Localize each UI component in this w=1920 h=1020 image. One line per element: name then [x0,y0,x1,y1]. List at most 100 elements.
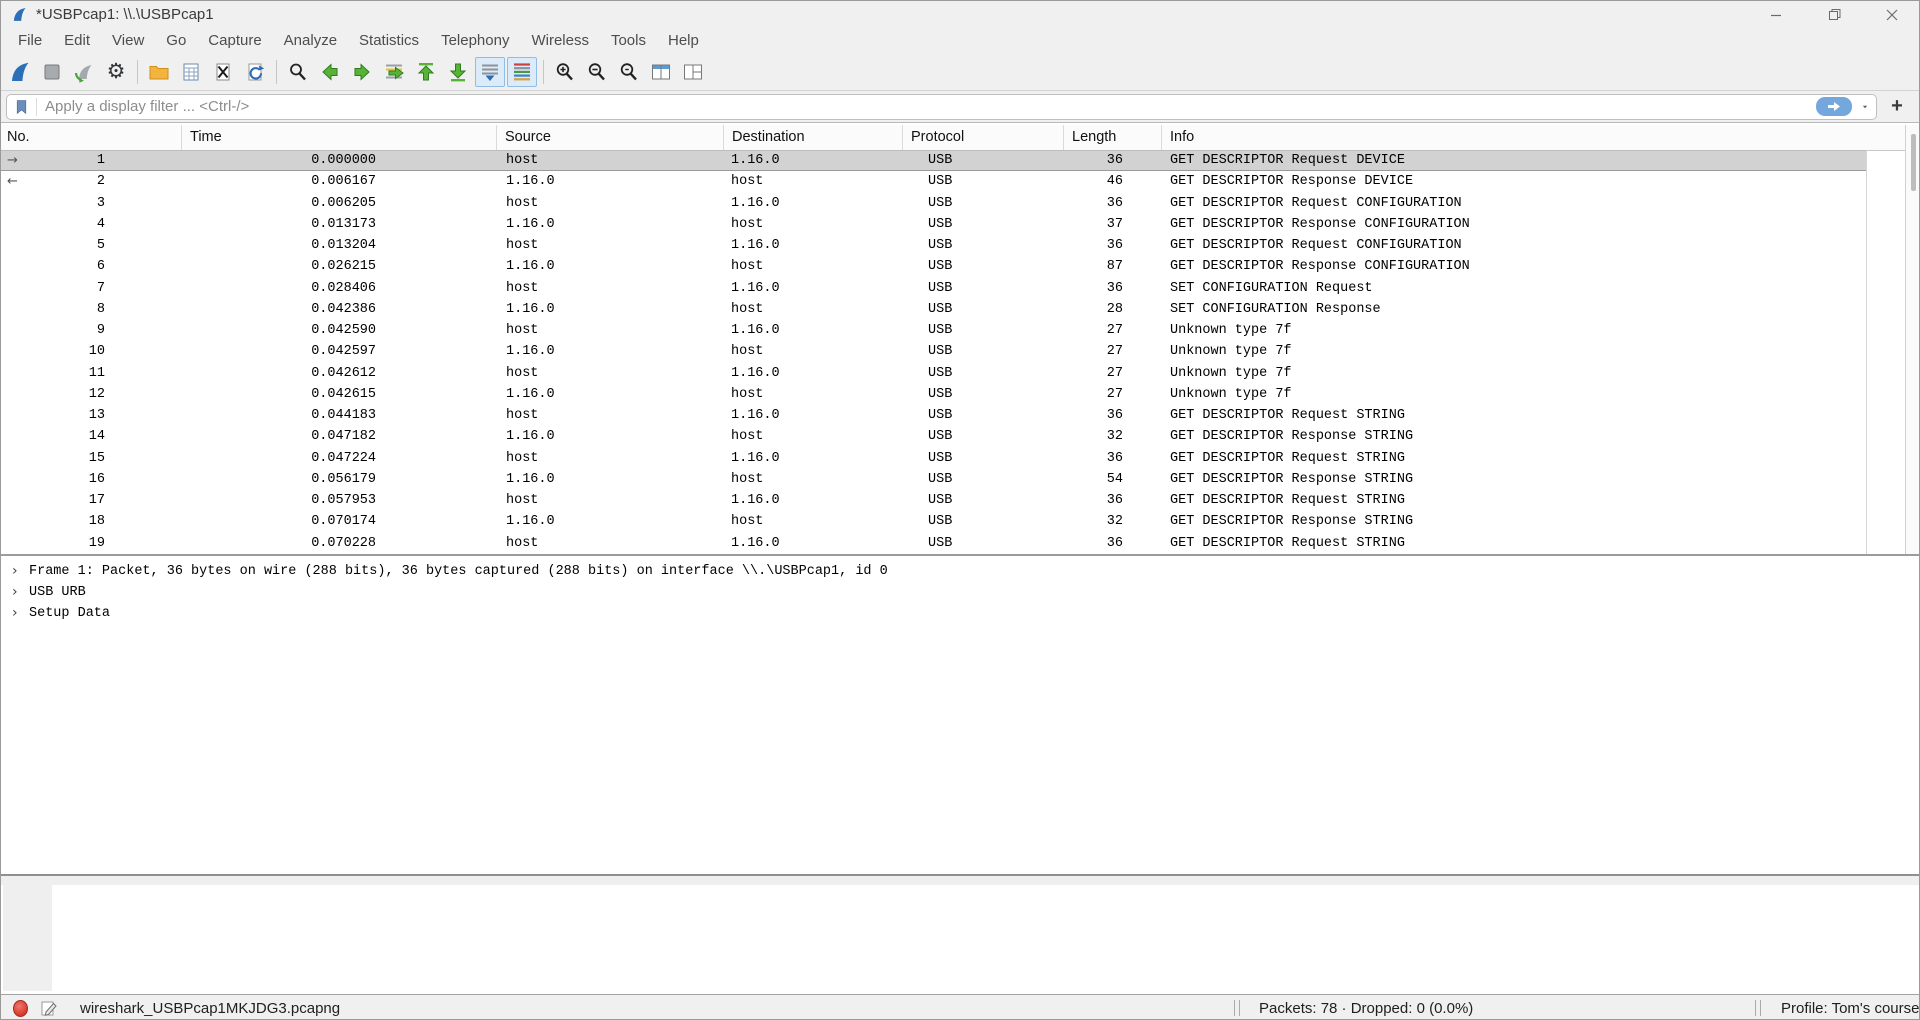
column-header-destination[interactable]: Destination [724,125,903,150]
cell-length: 36 [1064,405,1162,426]
apply-filter-button[interactable] [1816,97,1852,116]
packet-row-18[interactable]: 180.0701741.16.0hostUSB32GET DESCRIPTOR … [1,511,1866,532]
cell-no: 1→ [1,150,182,171]
cell-length: 46 [1064,171,1162,192]
go-first-packet-button[interactable] [411,57,441,87]
packet-row-7[interactable]: 70.028406host1.16.0USB36SET CONFIGURATIO… [1,278,1866,299]
cell-info: SET CONFIGURATION Response [1162,299,1867,320]
detail-line-usb-urb[interactable]: › USB URB [1,582,1920,603]
filter-history-dropdown[interactable] [1856,96,1874,118]
restore-button[interactable] [1805,1,1863,28]
column-header-source[interactable]: Source [497,125,724,150]
menu-item-tools[interactable]: Tools [600,28,657,53]
go-to-packet-button[interactable] [379,57,409,87]
cell-source: host [497,490,724,511]
filter-separator [36,98,37,116]
column-header-length[interactable]: Length [1064,125,1162,150]
zoom-in-button[interactable] [550,57,580,87]
capture-comment-button[interactable] [40,999,58,1017]
menu-item-edit[interactable]: Edit [53,28,101,53]
packet-row-1[interactable]: 1→0.000000host1.16.0USB36GET DESCRIPTOR … [1,150,1866,171]
packet-row-2[interactable]: 2←0.0061671.16.0hostUSB46GET DESCRIPTOR … [1,171,1866,192]
save-file-button[interactable] [176,57,206,87]
profile-label[interactable]: Profile: Tom's course [1781,1000,1919,1017]
open-file-button[interactable] [144,57,174,87]
start-capture-button[interactable] [5,57,35,87]
restart-fin-icon [72,60,96,84]
restart-capture-button[interactable] [69,57,99,87]
cell-info: GET DESCRIPTOR Request CONFIGURATION [1162,193,1867,214]
zoom-out-button[interactable] [582,57,612,87]
close-file-button[interactable] [208,57,238,87]
menu-bar: FileEditViewGoCaptureAnalyzeStatisticsTe… [1,28,1920,53]
packet-row-14[interactable]: 140.0471821.16.0hostUSB32GET DESCRIPTOR … [1,426,1866,447]
cell-protocol: USB [903,171,1064,192]
column-header-info[interactable]: Info [1162,125,1905,150]
packet-list-scrollbar[interactable] [1905,125,1920,554]
arrow-down-bar-icon [446,60,470,84]
capture-recording-icon[interactable] [13,1000,28,1017]
menu-item-help[interactable]: Help [657,28,710,53]
detail-text: USB URB [29,582,86,603]
menu-item-view[interactable]: View [101,28,155,53]
packet-list-header: No.TimeSourceDestinationProtocolLengthIn… [1,125,1905,151]
menu-item-capture[interactable]: Capture [197,28,272,53]
resize-columns-button[interactable] [646,57,676,87]
packet-row-9[interactable]: 90.042590host1.16.0USB27Unknown type 7f [1,320,1866,341]
reload-file-button[interactable] [240,57,270,87]
colorize-toggle[interactable] [507,57,537,87]
add-filter-button[interactable]: + [1883,94,1911,120]
menu-item-wireless[interactable]: Wireless [520,28,600,53]
menu-item-telephony[interactable]: Telephony [430,28,520,53]
packet-row-19[interactable]: 190.070228host1.16.0USB36GET DESCRIPTOR … [1,533,1866,554]
cell-destination: host [724,384,903,405]
packet-row-12[interactable]: 120.0426151.16.0hostUSB27Unknown type 7f [1,384,1866,405]
cell-time: 0.042597 [182,341,497,362]
packet-row-17[interactable]: 170.057953host1.16.0USB36GET DESCRIPTOR … [1,490,1866,511]
menu-item-go[interactable]: Go [155,28,197,53]
packet-row-8[interactable]: 80.0423861.16.0hostUSB28SET CONFIGURATIO… [1,299,1866,320]
bookmark-icon[interactable] [13,98,30,116]
wireshark-logo-icon [11,5,28,24]
normal-size-button[interactable] [614,57,644,87]
minimize-button[interactable] [1747,1,1805,28]
detail-line-setup-data[interactable]: › Setup Data [1,603,1920,624]
go-forward-button[interactable] [347,57,377,87]
column-header-time[interactable]: Time [182,125,497,150]
shark-fin-icon [8,60,32,84]
column-header-no[interactable]: No. [1,125,182,150]
auto-scroll-icon [478,60,502,84]
packet-row-15[interactable]: 150.047224host1.16.0USB36GET DESCRIPTOR … [1,448,1866,469]
packet-row-10[interactable]: 100.0425971.16.0hostUSB27Unknown type 7f [1,341,1866,362]
cell-source: 1.16.0 [497,426,724,447]
capture-options-button[interactable]: ⚙ [101,57,131,87]
menu-item-statistics[interactable]: Statistics [348,28,430,53]
menu-item-file[interactable]: File [7,28,53,53]
packet-row-5[interactable]: 50.013204host1.16.0USB36GET DESCRIPTOR R… [1,235,1866,256]
go-last-packet-button[interactable] [443,57,473,87]
menu-item-analyze[interactable]: Analyze [273,28,348,53]
cell-time: 0.070228 [182,533,497,554]
stop-capture-button[interactable] [37,57,67,87]
cell-protocol: USB [903,405,1064,426]
packet-row-3[interactable]: 30.006205host1.16.0USB36GET DESCRIPTOR R… [1,193,1866,214]
cell-destination: host [724,341,903,362]
column-header-protocol[interactable]: Protocol [903,125,1064,150]
packet-row-16[interactable]: 160.0561791.16.0hostUSB54GET DESCRIPTOR … [1,469,1866,490]
scrollbar-thumb[interactable] [1911,134,1916,191]
close-button[interactable] [1863,1,1920,28]
find-packet-button[interactable] [283,57,313,87]
detail-line-frame[interactable]: › Frame 1: Packet, 36 bytes on wire (288… [1,561,1920,582]
reset-layout-button[interactable] [678,57,708,87]
detail-text: Frame 1: Packet, 36 bytes on wire (288 b… [29,561,888,582]
cell-length: 36 [1064,490,1162,511]
packet-row-13[interactable]: 130.044183host1.16.0USB36GET DESCRIPTOR … [1,405,1866,426]
go-back-button[interactable] [315,57,345,87]
packet-row-4[interactable]: 40.0131731.16.0hostUSB37GET DESCRIPTOR R… [1,214,1866,235]
packet-row-11[interactable]: 110.042612host1.16.0USB27Unknown type 7f [1,363,1866,384]
display-filter-input[interactable] [43,97,1816,116]
packet-row-6[interactable]: 60.0262151.16.0hostUSB87GET DESCRIPTOR R… [1,256,1866,277]
colorize-icon [510,60,534,84]
auto-scroll-toggle[interactable] [475,57,505,87]
cell-no: 10 [1,341,182,362]
